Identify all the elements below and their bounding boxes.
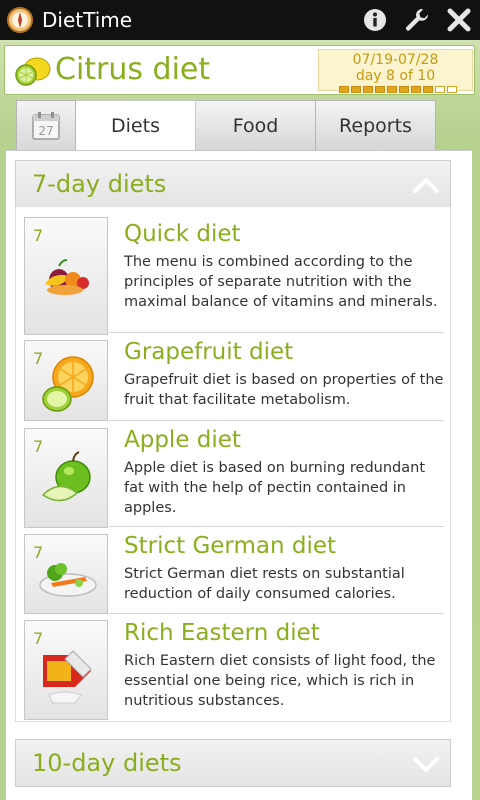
diet-days: 7: [33, 629, 44, 648]
tab-bar: 27 Diets Food Reports: [16, 100, 436, 151]
settings-button[interactable]: [402, 5, 432, 35]
progress-segment: [447, 86, 457, 93]
diet-thumbnail: 7: [24, 534, 108, 614]
current-diet-card[interactable]: Citrus diet 07/19-07/28 day 8 of 10: [4, 45, 475, 95]
diet-title: Quick diet: [124, 221, 241, 247]
progress-segment: [399, 86, 409, 93]
tab-reports[interactable]: Reports: [316, 100, 436, 150]
calendar-icon: 27: [32, 111, 60, 140]
diet-period-box: 07/19-07/28 day 8 of 10: [318, 49, 473, 93]
diet-title: Apple diet: [124, 427, 241, 453]
diet-title: Grapefruit diet: [124, 339, 294, 365]
diet-days: 7: [33, 226, 44, 245]
info-icon: [364, 9, 386, 31]
diet-description: The menu is combined according to the pr…: [124, 254, 438, 310]
diet-title: Strict German diet: [124, 533, 337, 559]
diet-thumbnail: 7: [24, 340, 108, 421]
diet-title: Rich Eastern diet: [124, 620, 320, 646]
title-bar: DietTime: [0, 0, 480, 40]
info-button[interactable]: [360, 5, 390, 35]
diet-description: Grapefruit diet is based on properties o…: [124, 372, 444, 408]
section-header-10-day[interactable]: 10-day diets: [15, 739, 451, 787]
progress-segment: [339, 86, 349, 93]
grapefruit-icon: [42, 356, 94, 412]
progress-segment: [423, 86, 433, 93]
section-header-7-day[interactable]: 7-day diets: [15, 160, 451, 208]
list-item-grapefruit-diet[interactable]: 7 Grapefruit diet Grapefruit diet is bas…: [16, 333, 452, 421]
diet-description: Rich Eastern diet consists of light food…: [124, 653, 436, 709]
tab-diets[interactable]: Diets: [76, 100, 196, 151]
rice-box-icon: [43, 650, 92, 704]
diet-description: Apple diet is based on burning redundant…: [124, 460, 426, 516]
wrench-icon: [405, 9, 429, 31]
lemon-icon: [15, 57, 51, 86]
section-title: 10-day diets: [32, 749, 182, 777]
diet-dates: 07/19-07/28: [352, 52, 439, 68]
progress-segment: [375, 86, 385, 93]
current-diet-name: Citrus diet: [55, 52, 211, 87]
diet-description: Strict German diet rests on substantial …: [124, 566, 405, 602]
tab-food[interactable]: Food: [196, 100, 316, 150]
list-item-strict-german-diet[interactable]: 7 Strict German diet Strict German diet …: [16, 527, 452, 614]
diet-thumbnail: 7: [24, 217, 108, 335]
fruit-mix-icon: [45, 259, 89, 295]
list-item-quick-diet[interactable]: 7 Quick diet The menu is combined accord…: [16, 207, 452, 335]
progress-segment: [435, 86, 445, 93]
app-title: DietTime: [42, 8, 133, 32]
apple-icon: [41, 451, 91, 502]
diet-list: 7 Quick diet The menu is combined accord…: [15, 207, 451, 722]
progress-segment: [411, 86, 421, 93]
chevron-down-icon: [413, 757, 439, 772]
chevron-up-icon: [413, 178, 439, 193]
diet-thumbnail: 7: [24, 428, 108, 528]
day-progress-bar: [339, 86, 457, 93]
tab-calendar[interactable]: 27: [16, 100, 76, 150]
progress-segment: [363, 86, 373, 93]
progress-segment: [387, 86, 397, 93]
calendar-day: 27: [38, 124, 53, 138]
close-button[interactable]: [444, 5, 474, 35]
progress-segment: [351, 86, 361, 93]
list-item-apple-diet[interactable]: 7 Apple diet Apple diet is based on burn…: [16, 421, 452, 528]
section-title: 7-day diets: [32, 170, 167, 198]
close-icon: [447, 8, 471, 32]
diet-day-progress: day 8 of 10: [355, 68, 436, 84]
vegetable-plate-icon: [39, 563, 97, 597]
list-item-rich-eastern-diet[interactable]: 7 Rich Eastern diet Rich Eastern diet co…: [16, 614, 452, 720]
compass-app-icon: [7, 7, 33, 33]
diet-thumbnail: 7: [24, 620, 108, 720]
